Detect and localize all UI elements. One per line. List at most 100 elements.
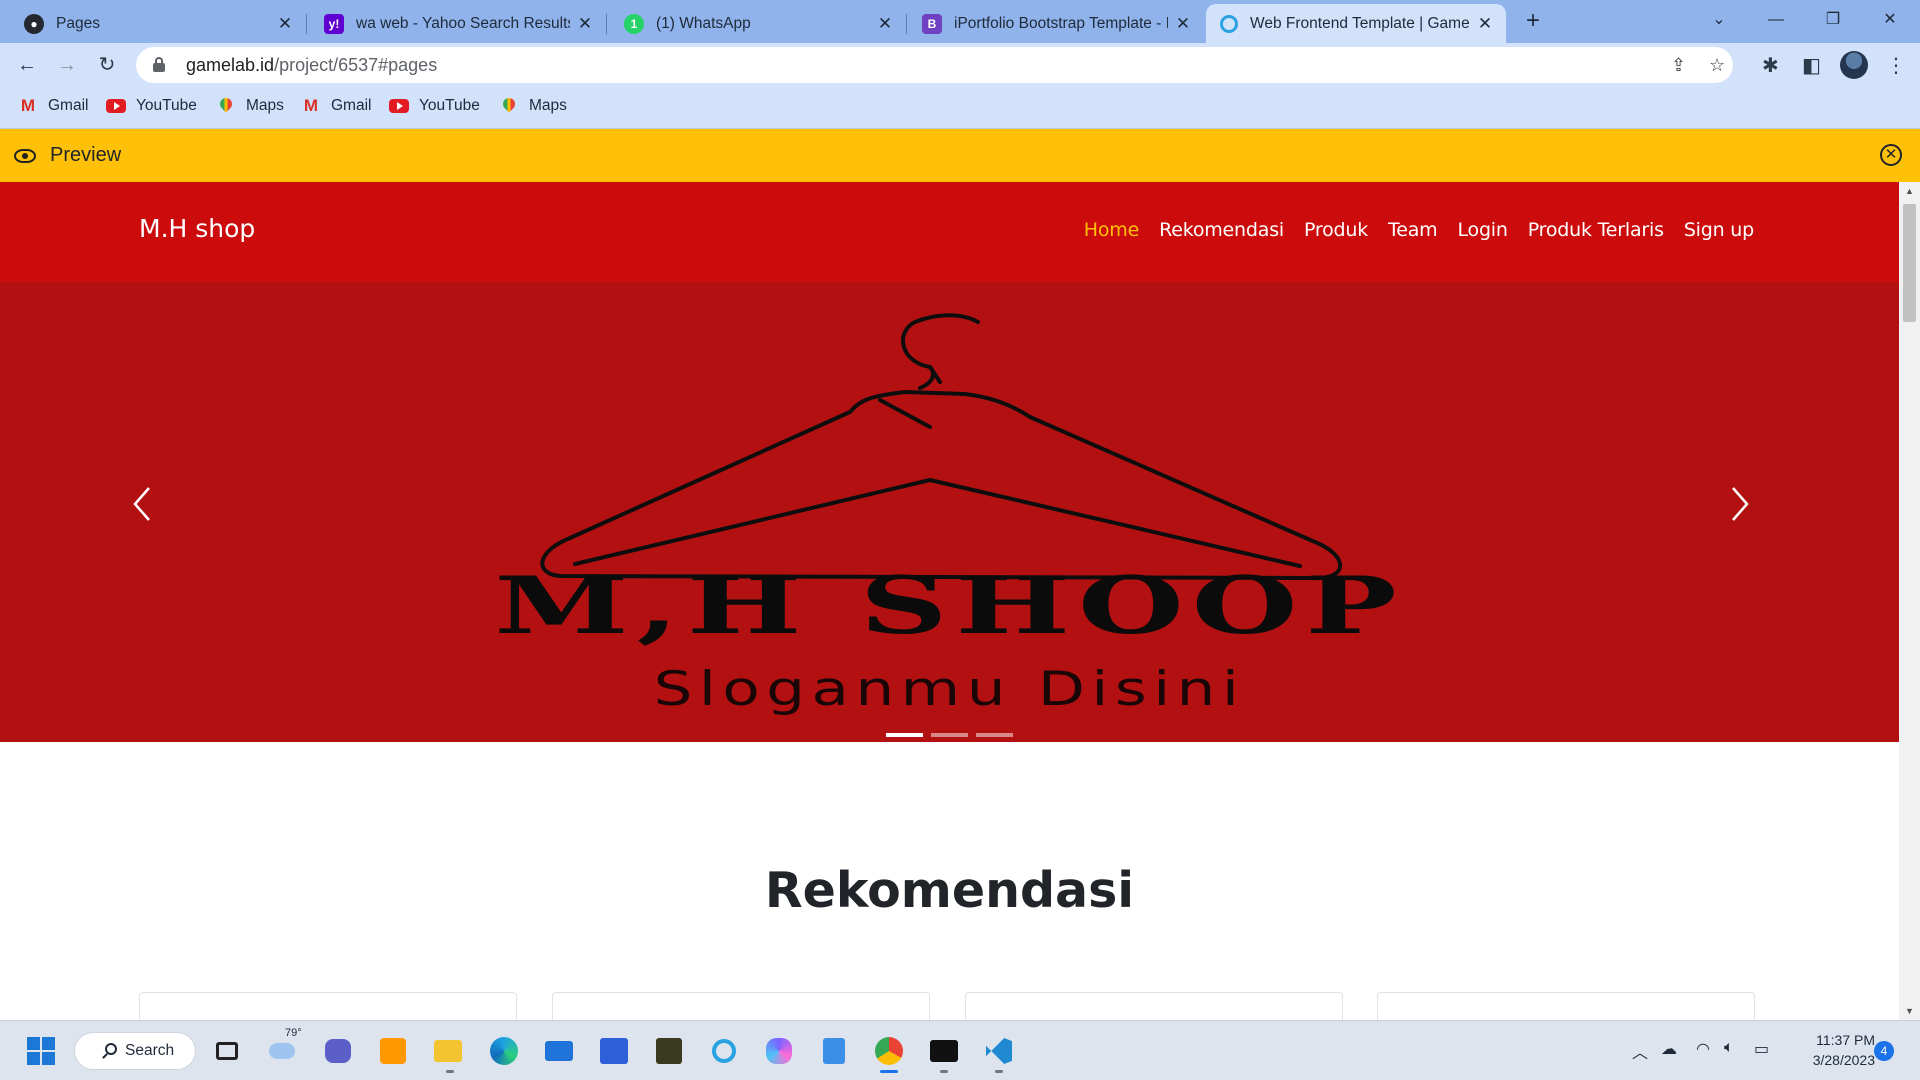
tab-yahoo[interactable]: y! wa web - Yahoo Search Results ✕ [310, 4, 607, 43]
vscode-icon[interactable] [981, 1033, 1017, 1069]
gamelab-taskbar-icon[interactable] [706, 1033, 742, 1069]
windows-logo-icon [27, 1037, 55, 1065]
lock-icon[interactable] [152, 57, 166, 73]
bookmark-gmail[interactable]: M Gmail [18, 96, 89, 115]
notepad-icon[interactable] [816, 1033, 852, 1069]
scroll-down-arrow-icon[interactable]: ▼ [1899, 1002, 1920, 1020]
bookmark-label: Maps [529, 97, 567, 114]
clock-time: 11:37 PM [1816, 1032, 1875, 1048]
carousel-prev-button[interactable] [125, 472, 165, 532]
nav-link-team[interactable]: Team [1388, 219, 1438, 241]
new-tab-button[interactable]: + [1519, 8, 1547, 36]
copilot-icon[interactable] [761, 1033, 797, 1069]
hero-slogan: Sloganmu Disini [653, 662, 1246, 717]
github-icon: ● [24, 13, 44, 34]
profile-avatar[interactable] [1840, 51, 1868, 79]
share-icon[interactable]: ⇪ [1671, 55, 1686, 76]
notification-badge[interactable]: 4 [1874, 1041, 1894, 1061]
product-card[interactable] [1377, 992, 1755, 1020]
carousel-next-button[interactable] [1719, 472, 1759, 532]
nav-link-home[interactable]: Home [1084, 219, 1140, 241]
bookmark-label: Maps [246, 97, 284, 114]
close-tab-icon[interactable]: ✕ [1174, 14, 1192, 34]
scroll-up-arrow-icon[interactable]: ▲ [1899, 182, 1920, 200]
tab-title: (1) WhatsApp [656, 14, 751, 32]
scrollbar-thumb[interactable] [1903, 204, 1916, 322]
bookmark-star-icon[interactable]: ☆ [1709, 55, 1725, 76]
bookmark-gmail[interactable]: M Gmail [301, 96, 372, 115]
vs-code-alt-icon[interactable] [596, 1033, 632, 1069]
nav-link-login[interactable]: Login [1457, 219, 1507, 241]
file-explorer-icon[interactable] [430, 1033, 466, 1069]
carousel-indicator[interactable] [976, 733, 1013, 737]
site-brand-logo[interactable]: M.H shop [139, 214, 255, 243]
tab-title: wa web - Yahoo Search Results [356, 14, 570, 32]
running-indicator [880, 1070, 898, 1073]
address-bar[interactable]: gamelab.id/project/6537#pages ⇪ ☆ [136, 47, 1733, 83]
close-tab-icon[interactable]: ✕ [276, 14, 294, 34]
tray-overflow-chevron-icon[interactable]: ︿ [1632, 1039, 1648, 1063]
task-view-icon[interactable] [209, 1033, 245, 1069]
forward-button[interactable]: → [51, 49, 83, 81]
product-card[interactable] [965, 992, 1343, 1020]
minimize-button[interactable]: — [1756, 6, 1796, 34]
menu-kebab-icon[interactable]: ⋮ [1886, 53, 1906, 78]
tab-whatsapp[interactable]: 1 (1) WhatsApp ✕ [610, 4, 907, 43]
nav-link-produk-terlaris[interactable]: Produk Terlaris [1528, 219, 1664, 241]
tab-title: Pages [56, 14, 100, 32]
tab-title: iPortfolio Bootstrap Template - In [954, 14, 1168, 32]
running-indicator [940, 1070, 948, 1073]
tab-search-chevron-icon[interactable]: ⌄ [1699, 6, 1739, 34]
carousel-indicator[interactable] [931, 733, 968, 737]
battery-icon[interactable]: ▭ [1754, 1039, 1769, 1059]
close-tab-icon[interactable]: ✕ [1476, 14, 1494, 34]
extensions-icon[interactable]: ✱ [1762, 53, 1779, 78]
chrome-icon[interactable] [871, 1033, 907, 1069]
close-preview-button[interactable]: ✕ [1880, 144, 1902, 166]
page-scrollbar[interactable]: ▲ ▼ [1899, 182, 1920, 1020]
onedrive-icon[interactable]: ☁ [1661, 1039, 1677, 1059]
volume-icon[interactable]: 🔈︎ [1724, 1039, 1734, 1057]
start-button[interactable] [23, 1033, 59, 1069]
close-tab-icon[interactable]: ✕ [876, 14, 894, 34]
product-card[interactable] [139, 992, 517, 1020]
site-navbar: M.H shop Home Rekomendasi Produk Team Lo… [0, 182, 1899, 282]
product-card[interactable] [552, 992, 930, 1020]
bookmark-youtube[interactable]: YouTube [106, 97, 197, 115]
game-app-icon[interactable] [651, 1033, 687, 1069]
close-tab-icon[interactable]: ✕ [576, 14, 594, 34]
nav-link-sign-up[interactable]: Sign up [1684, 219, 1754, 241]
mail-icon[interactable] [541, 1033, 577, 1069]
system-clock[interactable]: 11:37 PM 3/28/2023 [1795, 1030, 1875, 1070]
search-icon [105, 1043, 117, 1055]
weather-temperature: 79° [285, 1027, 302, 1039]
taskbar-search-box[interactable]: Search [74, 1032, 196, 1070]
maps-icon [503, 98, 515, 114]
nav-link-produk[interactable]: Produk [1304, 219, 1368, 241]
bootstrap-icon: B [922, 13, 942, 34]
section-title-rekomendasi: Rekomendasi [764, 862, 1135, 919]
gamelab-icon [1220, 14, 1238, 33]
back-button[interactable]: ← [11, 49, 43, 81]
nav-link-rekomendasi[interactable]: Rekomendasi [1159, 219, 1284, 241]
reload-button[interactable]: ↻ [91, 49, 123, 81]
tab-iportfolio[interactable]: B iPortfolio Bootstrap Template - In ✕ [908, 4, 1204, 43]
restore-button[interactable]: ❐ [1813, 6, 1853, 34]
bookmark-maps[interactable]: Maps [499, 97, 567, 115]
bookmark-youtube[interactable]: YouTube [389, 97, 480, 115]
side-panel-icon[interactable]: ◧ [1802, 53, 1821, 78]
carousel-indicator[interactable] [886, 733, 923, 737]
bookmark-maps[interactable]: Maps [216, 97, 284, 115]
youtube-icon [389, 99, 409, 113]
terminal-icon[interactable] [926, 1033, 962, 1069]
edge-browser-icon[interactable] [486, 1033, 522, 1069]
tab-pages[interactable]: ● Pages ✕ [10, 4, 307, 43]
tab-gamelab[interactable]: Web Frontend Template | Gamela ✕ [1206, 4, 1506, 43]
site-menu: Home Rekomendasi Produk Team Login Produ… [1084, 219, 1754, 241]
sublime-text-icon[interactable] [375, 1033, 411, 1069]
wifi-icon[interactable]: ◠ [1696, 1039, 1710, 1059]
close-window-button[interactable]: ✕ [1870, 6, 1910, 34]
teams-chat-icon[interactable] [320, 1033, 356, 1069]
hero-carousel: M,H SHOOP Sloganmu Disini [0, 282, 1899, 742]
bookmark-label: YouTube [136, 97, 197, 114]
